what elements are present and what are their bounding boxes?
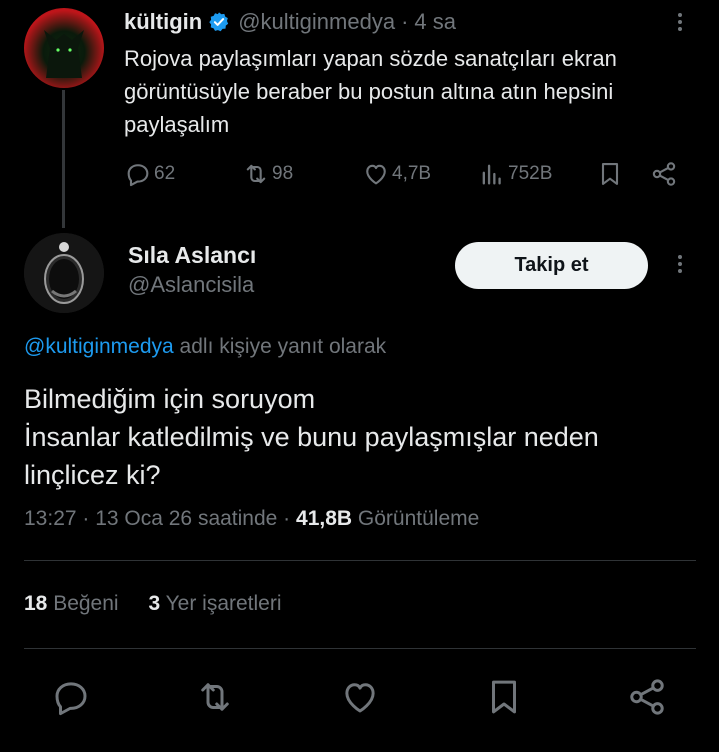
bookmarks-count: 3: [148, 592, 161, 615]
heart-icon: [345, 683, 375, 713]
reply-button[interactable]: 62: [124, 156, 175, 192]
mirror-avatar-icon: [24, 233, 104, 313]
reply-count: 62: [154, 163, 176, 184]
thread-connector-line: [62, 90, 65, 228]
share-button[interactable]: [626, 676, 668, 718]
bookmarks-label: Yer işaretleri: [160, 592, 282, 615]
more-options-icon[interactable]: [670, 10, 690, 38]
views-button[interactable]: 752B: [478, 156, 552, 192]
tweet-stats: 18 Beğeni 3 Yer işaretleri: [24, 592, 282, 616]
tweet-actions: 62 98 4,7B 752B: [124, 156, 684, 192]
handle[interactable]: @Aslancisila: [128, 272, 254, 298]
views-count[interactable]: 41,8B: [296, 507, 352, 530]
reply-icon: [55, 682, 87, 716]
tweet-action-bar: [0, 670, 719, 724]
analytics-icon: [482, 164, 501, 185]
tweet-text: Bilmediğim için soruyom İnsanlar katledi…: [24, 380, 694, 494]
avatar[interactable]: [24, 233, 104, 313]
display-name[interactable]: Sıla Aslancı: [128, 242, 256, 269]
heart-icon: [366, 164, 386, 185]
bookmark-button[interactable]: [596, 156, 626, 192]
bookmarks-stat[interactable]: 3 Yer işaretleri: [148, 592, 281, 615]
more-options-icon[interactable]: [670, 252, 690, 280]
bookmark-icon: [601, 163, 619, 185]
tweet-text: Rojova paylaşımları yapan sözde sanatçıl…: [124, 46, 617, 137]
divider: [24, 560, 696, 561]
views-label: Görüntüleme: [352, 507, 480, 530]
tweet-text-line: Bilmediğim için soruyom: [24, 384, 316, 414]
tweet-text-line: İnsanlar katledilmiş ve bunu paylaşmışla…: [24, 422, 599, 490]
likes-stat[interactable]: 18 Beğeni: [24, 592, 119, 615]
tweet-header: kültigin @kultiginmedya · 4 sa: [124, 8, 456, 36]
repost-icon: [201, 683, 229, 711]
repost-count: 98: [272, 163, 294, 184]
timestamp[interactable]: 4 sa: [414, 9, 456, 35]
reply-mention-link[interactable]: @kultiginmedya: [24, 335, 174, 358]
bookmark-icon: [492, 680, 516, 714]
separator-dot: ·: [401, 9, 409, 34]
bookmark-button[interactable]: [483, 676, 525, 718]
timestamp[interactable]: 13:27 · 13 Oca 26 saatinde ·: [24, 507, 296, 530]
avatar[interactable]: [24, 8, 104, 88]
share-button[interactable]: [650, 156, 680, 192]
display-name[interactable]: kültigin: [124, 9, 202, 35]
share-icon: [652, 162, 676, 186]
likes-count: 18: [24, 592, 48, 615]
repost-button[interactable]: [194, 676, 236, 718]
wolf-avatar-icon: [44, 30, 84, 78]
like-count: 4,7B: [392, 163, 432, 184]
verified-badge-icon: [209, 12, 229, 32]
reply-context-text: adlı kişiye yanıt olarak: [173, 335, 387, 358]
reply-button[interactable]: [50, 676, 92, 718]
repost-button[interactable]: 98: [242, 156, 293, 192]
repost-icon: [246, 164, 266, 184]
views-count: 752B: [508, 163, 553, 184]
divider: [24, 648, 696, 649]
likes-label: Beğeni: [47, 592, 119, 615]
follow-button[interactable]: Takip et: [455, 242, 648, 289]
reply-icon: [127, 164, 149, 187]
like-button[interactable]: [339, 676, 381, 718]
like-button[interactable]: 4,7B: [362, 156, 431, 192]
reply-context: @kultiginmedya adlı kişiye yanıt olarak: [24, 335, 386, 359]
share-icon: [630, 679, 664, 715]
tweet-meta: 13:27 · 13 Oca 26 saatinde · 41,8B Görün…: [24, 507, 479, 531]
handle[interactable]: @kultiginmedya: [238, 9, 395, 35]
